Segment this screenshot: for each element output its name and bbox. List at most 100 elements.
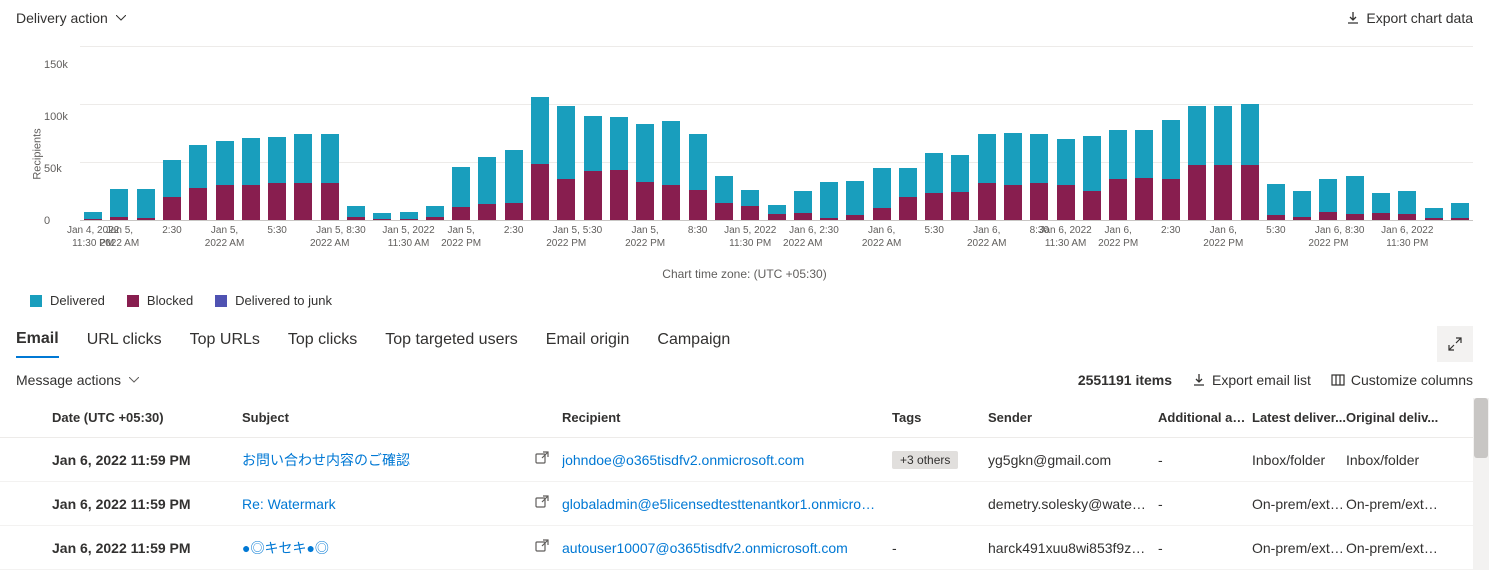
cell-latest: Inbox/folder (1252, 452, 1346, 468)
bar[interactable] (1004, 46, 1022, 220)
bar[interactable] (294, 46, 312, 220)
bar[interactable] (216, 46, 234, 220)
delivery-action-dropdown[interactable]: Delivery action (16, 10, 126, 26)
bar[interactable] (321, 46, 339, 220)
cell-date: Jan 6, 2022 11:59 PM (52, 540, 242, 556)
table-row[interactable]: Jan 6, 2022 11:59 PM ●◎キセキ●◎ autouser100… (0, 526, 1489, 570)
recipients-chart: Recipients 0 50k 100k 150k Jan 4, 202211… (40, 46, 1473, 261)
th-original[interactable]: Original deliv... (1346, 410, 1440, 425)
bar[interactable] (84, 46, 102, 220)
bar[interactable] (1346, 46, 1364, 220)
bar[interactable] (1241, 46, 1259, 220)
bar[interactable] (636, 46, 654, 220)
tab-top-targeted[interactable]: Top targeted users (385, 331, 518, 357)
th-sender[interactable]: Sender (988, 410, 1158, 425)
cell-subject-link[interactable]: Re: Watermark (242, 496, 522, 512)
customize-columns-button[interactable]: Customize columns (1331, 372, 1473, 388)
download-icon (1192, 373, 1206, 387)
bar[interactable] (715, 46, 733, 220)
bar[interactable] (1188, 46, 1206, 220)
cell-recipient-link[interactable]: johndoe@o365tisdfv2.onmicrosoft.com (562, 452, 892, 468)
bar[interactable] (768, 46, 786, 220)
cell-tags: - (892, 540, 988, 556)
bar[interactable] (689, 46, 707, 220)
bar[interactable] (557, 46, 575, 220)
bar[interactable] (1162, 46, 1180, 220)
th-latest[interactable]: Latest deliver... (1252, 410, 1346, 425)
tab-campaign[interactable]: Campaign (657, 331, 730, 357)
bar[interactable] (1135, 46, 1153, 220)
export-chart-button[interactable]: Export chart data (1346, 10, 1473, 26)
export-email-list-button[interactable]: Export email list (1192, 372, 1311, 388)
swatch-delivered (30, 295, 42, 307)
table-row[interactable]: Jan 6, 2022 11:59 PM お問い合わせ内容のご確認 johndo… (0, 438, 1489, 482)
bar[interactable] (452, 46, 470, 220)
tab-email-origin[interactable]: Email origin (546, 331, 630, 357)
cell-sender: yg5gkn@gmail.com (988, 452, 1158, 468)
bar[interactable] (531, 46, 549, 220)
table-row[interactable]: Jan 6, 2022 11:59 PM Re: Watermark globa… (0, 482, 1489, 526)
expand-icon (1447, 336, 1463, 352)
bar[interactable] (163, 46, 181, 220)
bar[interactable] (584, 46, 602, 220)
cell-subject-link[interactable]: お問い合わせ内容のご確認 (242, 450, 522, 470)
bar[interactable] (846, 46, 864, 220)
message-actions-dropdown[interactable]: Message actions (16, 372, 139, 388)
bar[interactable] (978, 46, 996, 220)
bar[interactable] (268, 46, 286, 220)
th-date[interactable]: Date (UTC +05:30) (52, 410, 242, 425)
bar[interactable] (1425, 46, 1443, 220)
bar[interactable] (899, 46, 917, 220)
bar[interactable] (373, 46, 391, 220)
bar[interactable] (400, 46, 418, 220)
tab-top-urls[interactable]: Top URLs (190, 331, 260, 357)
bar[interactable] (1214, 46, 1232, 220)
table-header-row: Date (UTC +05:30) Subject Recipient Tags… (0, 398, 1489, 438)
th-additional[interactable]: Additional act... (1158, 410, 1252, 425)
bar[interactable] (478, 46, 496, 220)
table-scrollbar[interactable] (1473, 398, 1489, 570)
bar[interactable] (1109, 46, 1127, 220)
bar[interactable] (1372, 46, 1390, 220)
bar[interactable] (794, 46, 812, 220)
bar[interactable] (741, 46, 759, 220)
bar[interactable] (1267, 46, 1285, 220)
bar[interactable] (873, 46, 891, 220)
bar[interactable] (925, 46, 943, 220)
th-recipient[interactable]: Recipient (562, 410, 892, 425)
bar[interactable] (189, 46, 207, 220)
tab-url-clicks[interactable]: URL clicks (87, 331, 162, 357)
tab-top-clicks[interactable]: Top clicks (288, 331, 357, 357)
cell-recipient-link[interactable]: autouser10007@o365tisdfv2.onmicrosoft.co… (562, 540, 892, 556)
chart-timezone: Chart time zone: (UTC +05:30) (0, 267, 1489, 281)
th-subject[interactable]: Subject (242, 410, 522, 425)
outbound-icon (522, 495, 562, 512)
download-icon (1346, 11, 1360, 25)
bar[interactable] (1319, 46, 1337, 220)
tag-badge[interactable]: +3 others (892, 451, 958, 469)
bar[interactable] (110, 46, 128, 220)
bar[interactable] (610, 46, 628, 220)
bar[interactable] (1057, 46, 1075, 220)
bar[interactable] (1451, 46, 1469, 220)
th-tags[interactable]: Tags (892, 410, 988, 425)
expand-button[interactable] (1437, 326, 1473, 362)
bar[interactable] (505, 46, 523, 220)
bar[interactable] (426, 46, 444, 220)
bar[interactable] (1030, 46, 1048, 220)
customize-columns-label: Customize columns (1351, 372, 1473, 388)
bar[interactable] (137, 46, 155, 220)
bar[interactable] (951, 46, 969, 220)
bar[interactable] (1398, 46, 1416, 220)
bar[interactable] (662, 46, 680, 220)
cell-subject-link[interactable]: ●◎キセキ●◎ (242, 538, 522, 558)
bar[interactable] (1083, 46, 1101, 220)
cell-recipient-link[interactable]: globaladmin@e5licensedtesttenantkor1.onm… (562, 496, 892, 512)
bar[interactable] (347, 46, 365, 220)
cell-latest: On-prem/exte... (1252, 540, 1346, 556)
tab-email[interactable]: Email (16, 330, 59, 358)
bar[interactable] (1293, 46, 1311, 220)
bar[interactable] (242, 46, 260, 220)
scrollbar-thumb[interactable] (1474, 398, 1488, 458)
bar[interactable] (820, 46, 838, 220)
